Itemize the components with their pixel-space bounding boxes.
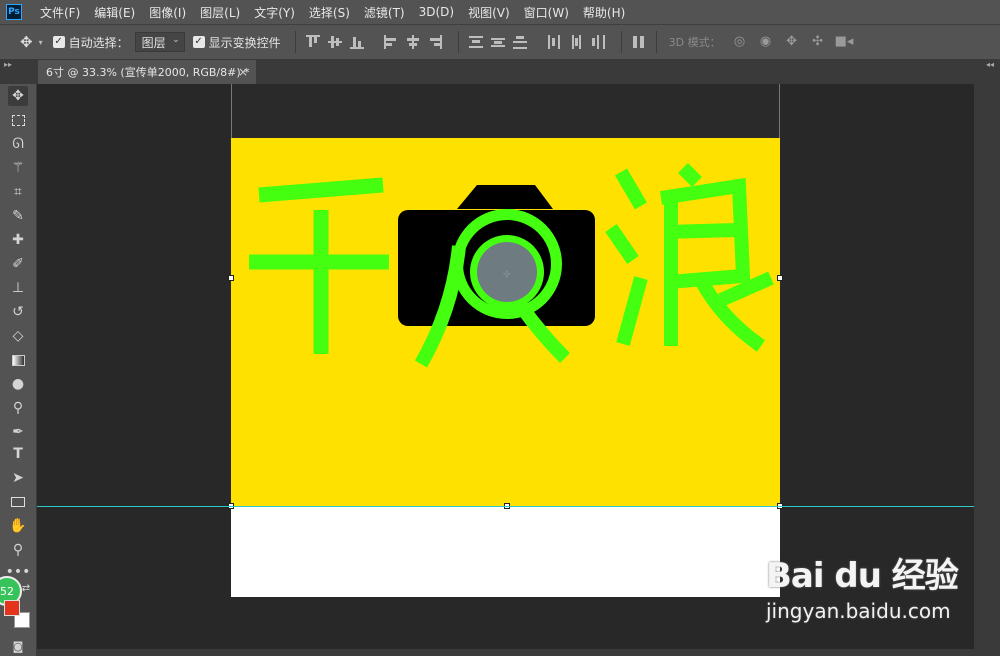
divider	[457, 31, 459, 53]
type-tool-icon[interactable]: T	[8, 444, 28, 464]
artwork: ⊹	[249, 163, 774, 368]
auto-align-icon[interactable]	[632, 35, 646, 49]
divider	[294, 31, 296, 53]
menu-3d[interactable]: 3D(D)	[419, 5, 454, 19]
auto-select-checkbox[interactable]: ✓	[52, 36, 65, 48]
menu-layer[interactable]: 图层(L)	[200, 4, 240, 21]
pen-tool-icon[interactable]: ✒	[8, 422, 28, 442]
options-bar: ✥ ▾ ✓ 自动选择： 图层 ⌄ ✓ 显示变换控件 3D 模式： ◎ ◉ ✥ ✣…	[0, 24, 1000, 60]
transform-handle[interactable]	[777, 275, 783, 281]
gradient-tool-icon[interactable]	[8, 350, 28, 370]
auto-select-label: 自动选择：	[68, 35, 129, 50]
3d-mode-label: 3D 模式：	[668, 36, 721, 49]
distribute-right-icon[interactable]	[591, 35, 605, 49]
align-hcenter-icon[interactable]	[406, 35, 420, 49]
path-selection-tool-icon[interactable]: ➤	[8, 468, 28, 488]
brush-tool-icon[interactable]: ✐	[8, 254, 28, 274]
distribute-bottom-icon[interactable]	[512, 35, 527, 49]
lasso-tool-icon[interactable]: ᘏ	[8, 134, 28, 154]
zoom-tool-icon[interactable]: ⚲	[8, 540, 28, 560]
align-top-icon[interactable]	[305, 35, 320, 49]
horizontal-guide[interactable]	[37, 506, 974, 507]
align-bottom-icon[interactable]	[349, 35, 364, 49]
collapse-toolbar-icon[interactable]: ▸▸	[4, 60, 12, 69]
document-canvas[interactable]: ⊹	[231, 138, 780, 597]
auto-select-dropdown[interactable]: 图层 ⌄	[134, 32, 185, 52]
distribute-top-icon[interactable]	[468, 35, 483, 49]
3d-camera-icon[interactable]: ■◂	[835, 34, 854, 50]
foreground-color-swatch[interactable]	[4, 600, 20, 616]
document-tab-strip: ▸▸ 6寸 @ 33.3% (宣传单2000, RGB/8#) * × ◂◂	[0, 60, 1000, 84]
character-qian	[249, 177, 389, 354]
distribute-hcenter-icon[interactable]	[569, 35, 583, 49]
camera-icon: ⊹	[398, 185, 595, 368]
quick-mask-icon[interactable]: ◙	[8, 636, 28, 656]
hand-tool-icon[interactable]: ✋	[8, 516, 28, 536]
show-transform-label: 显示变换控件	[208, 35, 281, 50]
menu-type[interactable]: 文字(Y)	[254, 4, 295, 21]
3d-orbit-icon[interactable]: ◎	[731, 34, 749, 50]
eraser-tool-icon[interactable]: ◇	[8, 326, 28, 346]
photoshop-window: Ps 文件(F) 编辑(E) 图像(I) 图层(L) 文字(Y) 选择(S) 滤…	[0, 0, 1000, 656]
magic-wand-tool-icon[interactable]: ⚚	[8, 158, 28, 178]
horizontal-scrollbar[interactable]	[37, 649, 974, 656]
3d-roll-icon[interactable]: ◉	[757, 34, 775, 50]
move-tool-icon[interactable]: ✥	[20, 33, 33, 51]
menu-image[interactable]: 图像(I)	[149, 4, 186, 21]
swap-colors-icon[interactable]: ⇄	[16, 578, 36, 598]
crop-tool-icon[interactable]: ⌗	[8, 182, 28, 202]
document-tab[interactable]: 6寸 @ 33.3% (宣传单2000, RGB/8#) * ×	[38, 60, 256, 84]
transform-handle[interactable]	[228, 275, 234, 281]
dodge-tool-icon[interactable]: ⚲	[8, 398, 28, 418]
align-vcenter-icon[interactable]	[327, 35, 342, 49]
blur-tool-icon[interactable]: ●	[8, 374, 28, 394]
rectangle-tool-icon[interactable]	[8, 492, 28, 512]
healing-brush-tool-icon[interactable]: ✚	[8, 230, 28, 250]
watermark-url: jingyan.baidu.com	[766, 599, 951, 623]
menu-select[interactable]: 选择(S)	[309, 4, 350, 21]
chevron-down-icon: ⌄	[172, 35, 180, 45]
menu-window[interactable]: 窗口(W)	[524, 4, 569, 21]
divider	[655, 31, 657, 53]
3d-drag-icon[interactable]: ✥	[783, 34, 801, 50]
menu-view[interactable]: 视图(V)	[468, 4, 510, 21]
eyedropper-tool-icon[interactable]: ✎	[8, 206, 28, 226]
menu-filter[interactable]: 滤镜(T)	[364, 4, 405, 21]
align-left-icon[interactable]	[383, 35, 398, 49]
watermark-logo: Bai du 经验	[766, 556, 959, 596]
document-tab-title: 6寸 @ 33.3% (宣传单2000, RGB/8#) *	[46, 66, 250, 79]
history-brush-tool-icon[interactable]: ↺	[8, 302, 28, 322]
move-tool-icon[interactable]: ✥	[8, 86, 28, 106]
menu-help[interactable]: 帮助(H)	[583, 4, 625, 21]
close-icon[interactable]: ×	[238, 65, 248, 79]
svg-text:⊹: ⊹	[503, 269, 511, 280]
auto-select-value: 图层	[141, 35, 166, 50]
distribute-vcenter-icon[interactable]	[490, 35, 505, 49]
character-lang	[605, 163, 774, 352]
clone-stamp-tool-icon[interactable]: ⊥	[8, 278, 28, 298]
tools-panel: ✥ ᘏ ⚚ ⌗ ✎ ✚ ✐ ⊥ ↺ ◇ ● ⚲ ✒ T ➤ ✋ ⚲ ••• 52…	[0, 84, 37, 656]
3d-slide-icon[interactable]: ✣	[809, 34, 827, 50]
divider	[620, 31, 622, 53]
baidu-jingyan-watermark: Bai du 经验 jingyan.baidu.com	[766, 548, 996, 648]
document-overflow-area	[231, 84, 780, 138]
menu-edit[interactable]: 编辑(E)	[94, 4, 135, 21]
menu-bar: Ps 文件(F) 编辑(E) 图像(I) 图层(L) 文字(Y) 选择(S) 滤…	[0, 0, 1000, 24]
tool-preset-chevron-icon[interactable]: ▾	[39, 38, 43, 47]
align-right-icon[interactable]	[428, 35, 442, 49]
photoshop-logo: Ps	[6, 4, 22, 20]
distribute-left-icon[interactable]	[547, 35, 561, 49]
show-transform-checkbox[interactable]: ✓	[192, 36, 205, 48]
collapse-panels-icon[interactable]: ◂◂	[986, 60, 994, 69]
marquee-tool-icon[interactable]	[8, 110, 28, 130]
menu-file[interactable]: 文件(F)	[40, 4, 80, 21]
